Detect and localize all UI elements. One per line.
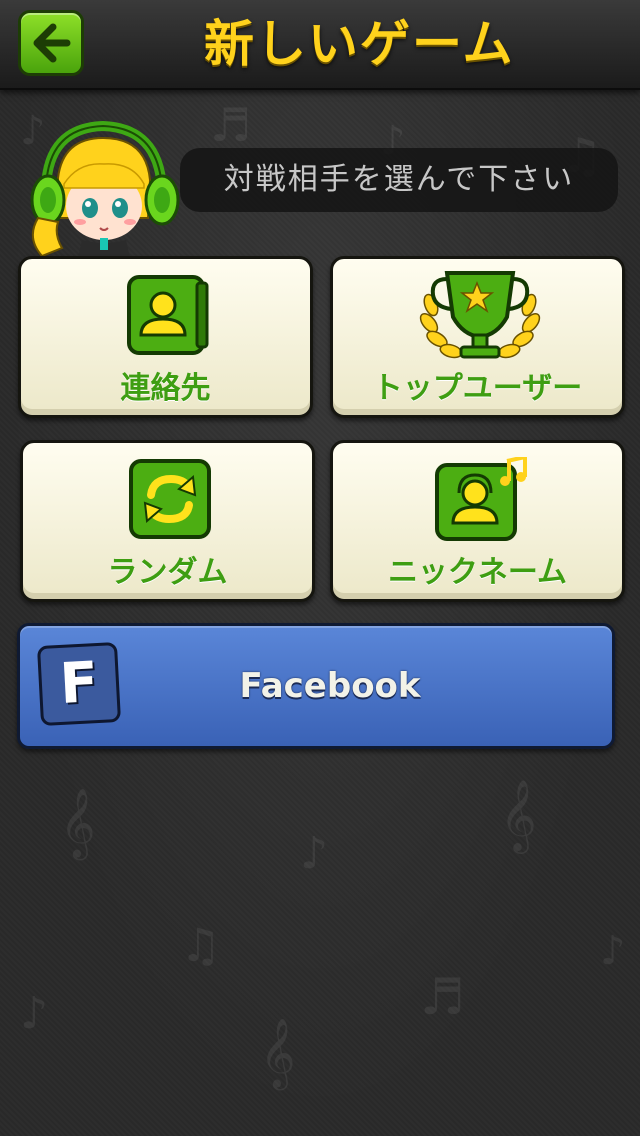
top-users-button[interactable]: トップユーザー: [330, 256, 625, 418]
header-bar: 新しいゲーム: [0, 0, 640, 90]
character-avatar: [30, 120, 180, 258]
random-label: ランダム: [107, 555, 228, 590]
user-music-icon: [435, 457, 527, 541]
contacts-button[interactable]: 連絡先: [18, 256, 313, 418]
nickname-button[interactable]: ニックネーム: [330, 440, 625, 602]
facebook-button[interactable]: F Facebook: [17, 623, 615, 749]
shuffle-icon: [129, 459, 211, 539]
facebook-label: Facebook: [239, 666, 421, 706]
page-title: 新しいゲーム: [204, 15, 515, 73]
contacts-book-icon: [127, 275, 209, 355]
top-users-label: トップユーザー: [372, 371, 583, 406]
arrow-left-icon: [33, 23, 71, 63]
nickname-label: ニックネーム: [387, 555, 568, 590]
facebook-icon: F: [36, 641, 122, 727]
back-button[interactable]: [18, 10, 84, 76]
trophy-icon: [419, 271, 541, 359]
contacts-label: 連絡先: [120, 371, 211, 406]
prompt-bubble: 対戦相手を選んで下さい: [180, 148, 618, 212]
random-button[interactable]: ランダム: [20, 440, 315, 602]
facebook-logo-letter: F: [58, 650, 100, 717]
